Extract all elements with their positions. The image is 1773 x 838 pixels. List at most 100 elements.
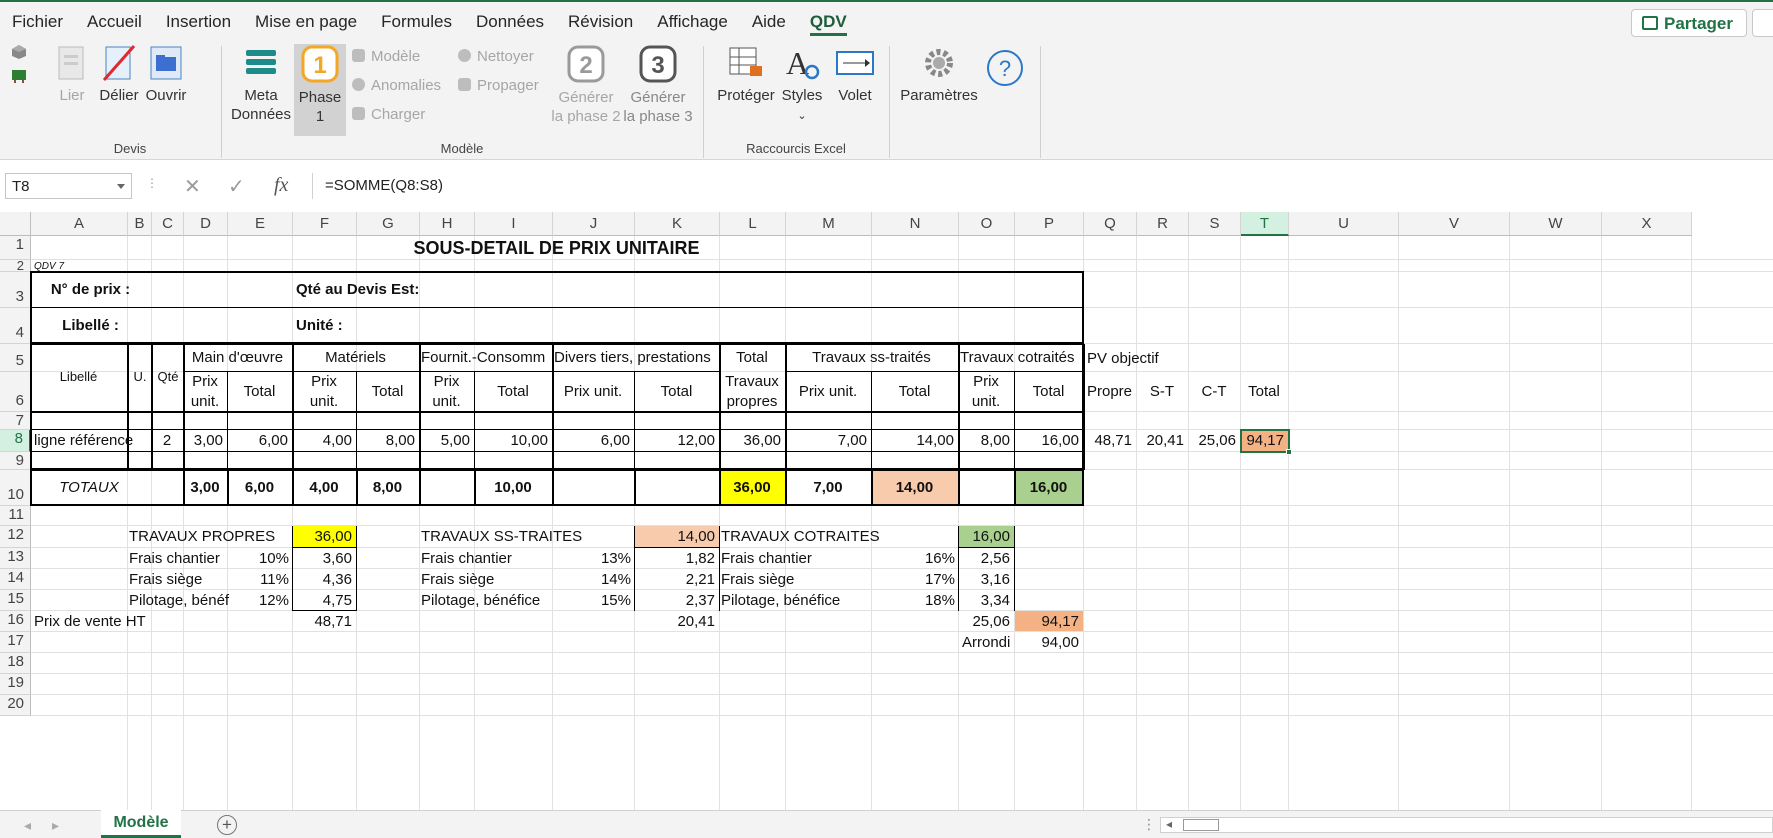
recap_cotraites-pv[interactable]: 25,06 xyxy=(962,613,1010,631)
column-header-h[interactable]: H xyxy=(420,212,475,236)
totaux-l[interactable]: 36,00 xyxy=(723,479,781,497)
libelle-label[interactable]: Libellé : xyxy=(34,317,147,335)
header-pv-objectif[interactable]: PV objectif xyxy=(1087,350,1236,368)
row-header-7[interactable]: 7 xyxy=(0,412,31,430)
header-unit-o[interactable]: unit. xyxy=(962,393,1010,411)
recap_propres-row-pct[interactable]: 12% xyxy=(228,592,289,610)
menu-tab-donn-es[interactable]: Données xyxy=(464,2,556,40)
generer-phase2-button[interactable]: 2 Générer la phase 2 xyxy=(550,44,622,126)
column-header-i[interactable]: I xyxy=(475,212,553,236)
row8-d[interactable]: 3,00 xyxy=(187,432,223,450)
row-header-17[interactable]: 17 xyxy=(0,632,31,653)
column-header-r[interactable]: R xyxy=(1137,212,1189,236)
next-sheet-icon[interactable]: ▸ xyxy=(52,817,59,834)
totaux-f[interactable]: 4,00 xyxy=(296,479,352,497)
qdv-tag[interactable]: QDV 7 xyxy=(34,258,123,276)
unite-label[interactable]: Unité : xyxy=(296,317,415,335)
cancel-icon[interactable]: ✕ xyxy=(184,174,201,199)
row8-l[interactable]: 36,00 xyxy=(723,432,781,450)
n-prix-label[interactable]: N° de prix : xyxy=(34,281,147,299)
propager-button[interactable]: Propager xyxy=(458,77,539,94)
ouvrir-button[interactable]: Ouvrir xyxy=(144,44,188,105)
column-header-g[interactable]: G xyxy=(357,212,420,236)
row-header-10[interactable]: 10 xyxy=(0,470,31,506)
column-header-n[interactable]: N xyxy=(872,212,959,236)
fill-handle[interactable] xyxy=(1286,449,1292,455)
recap_cotraites-row-pct[interactable]: 16% xyxy=(872,550,955,568)
menu-tab-r-vision[interactable]: Révision xyxy=(556,2,645,40)
prix-vente-label[interactable]: Prix de vente HT xyxy=(34,613,174,631)
column-header-o[interactable]: O xyxy=(959,212,1015,236)
volet-button[interactable]: Volet xyxy=(830,44,880,105)
row8-r[interactable]: 20,41 xyxy=(1140,432,1184,450)
recap_propres-row-val[interactable]: 3,60 xyxy=(296,550,352,568)
recap_propres-row-val[interactable]: 4,75 xyxy=(296,592,352,610)
row-header-6[interactable]: 6 xyxy=(0,372,31,412)
header-pv-total[interactable]: Total xyxy=(1244,383,1284,401)
menu-tab-mise-en-page[interactable]: Mise en page xyxy=(243,2,369,40)
column-header-a[interactable]: A xyxy=(31,212,128,236)
row8-g[interactable]: 8,00 xyxy=(360,432,415,450)
column-header-d[interactable]: D xyxy=(184,212,228,236)
header-total-n[interactable]: Total xyxy=(875,383,954,401)
header-prix-o[interactable]: Prix xyxy=(962,373,1010,391)
styles-button[interactable]: A Styles ⌄ xyxy=(780,44,824,126)
recap_sstraites-pv[interactable]: 20,41 xyxy=(638,613,715,631)
lier-button[interactable]: Lier xyxy=(55,44,89,105)
header-total-e[interactable]: Total xyxy=(231,383,288,401)
row8-s[interactable]: 25,06 xyxy=(1192,432,1236,450)
header-unit-f[interactable]: unit. xyxy=(296,393,352,411)
sheet-tab-modele[interactable]: Modèle xyxy=(101,810,181,838)
select-all-corner[interactable] xyxy=(0,212,31,236)
column-header-v[interactable]: V xyxy=(1399,212,1510,236)
row-header-2[interactable]: 2 xyxy=(0,259,31,272)
totaux-label[interactable]: TOTAUX xyxy=(34,479,144,497)
header-pv-ct[interactable]: C-T xyxy=(1192,383,1236,401)
recap_cotraites-row-val[interactable]: 2,56 xyxy=(962,550,1010,568)
confirm-icon[interactable]: ✓ xyxy=(228,174,245,199)
delier-button[interactable]: Délier xyxy=(99,44,139,105)
header-prix-unit-m[interactable]: Prix unit. xyxy=(789,383,867,401)
header-prix-d[interactable]: Prix xyxy=(187,373,223,391)
header-main-oeuvre[interactable]: Main d'œuvre xyxy=(187,349,288,367)
row8-h[interactable]: 5,00 xyxy=(423,432,470,450)
row-header-9[interactable]: 9 xyxy=(0,452,31,470)
menu-tab-affichage[interactable]: Affichage xyxy=(645,2,740,40)
header-total-g[interactable]: Total xyxy=(360,383,415,401)
header-divers[interactable]: Divers tiers, prestations xyxy=(554,349,713,367)
header-materiels[interactable]: Matériels xyxy=(296,349,415,367)
row-header-18[interactable]: 18 xyxy=(0,653,31,674)
menu-tab-aide[interactable]: Aide xyxy=(740,2,798,40)
prev-sheet-icon[interactable]: ◂ xyxy=(24,817,31,834)
row8-n[interactable]: 14,00 xyxy=(875,432,954,450)
row8-j[interactable]: 6,00 xyxy=(556,432,630,450)
recap_propres-row-pct[interactable]: 10% xyxy=(228,550,289,568)
qte-devis-label[interactable]: Qté au Devis Est: xyxy=(296,281,470,299)
more-icon[interactable]: ⋮ xyxy=(146,176,158,190)
row8-qte[interactable]: 2 xyxy=(155,432,179,450)
column-header-w[interactable]: W xyxy=(1510,212,1602,236)
row8-e[interactable]: 6,00 xyxy=(231,432,288,450)
header-total-k[interactable]: Total xyxy=(638,383,715,401)
menu-tab-formules[interactable]: Formules xyxy=(369,2,464,40)
totaux-g[interactable]: 8,00 xyxy=(360,479,415,497)
recap_sstraites-row-val[interactable]: 1,82 xyxy=(638,550,715,568)
header-pv-st[interactable]: S-T xyxy=(1140,383,1184,401)
header-prix-h[interactable]: Prix xyxy=(423,373,470,391)
recap_propres-row-pct[interactable]: 11% xyxy=(228,571,289,589)
proteger-button[interactable]: Protéger xyxy=(714,44,778,105)
row8-p[interactable]: 16,00 xyxy=(1018,432,1079,450)
column-header-q[interactable]: Q xyxy=(1084,212,1137,236)
menu-tab-fichier[interactable]: Fichier xyxy=(0,2,75,40)
help-icon[interactable]: ? xyxy=(985,48,1025,88)
scroll-thumb[interactable] xyxy=(1183,819,1219,831)
row-header-5[interactable]: 5 xyxy=(0,344,31,372)
recap_sstraites-title[interactable]: TRAVAUX SS-TRAITES xyxy=(421,528,628,546)
row-header-11[interactable]: 11 xyxy=(0,506,31,526)
totaux-p[interactable]: 16,00 xyxy=(1018,479,1079,497)
totaux-i[interactable]: 10,00 xyxy=(478,479,548,497)
row-header-13[interactable]: 13 xyxy=(0,548,31,569)
column-header-k[interactable]: K xyxy=(635,212,720,236)
comments-button[interactable] xyxy=(1752,9,1773,37)
addin-board-icon[interactable] xyxy=(11,68,27,84)
